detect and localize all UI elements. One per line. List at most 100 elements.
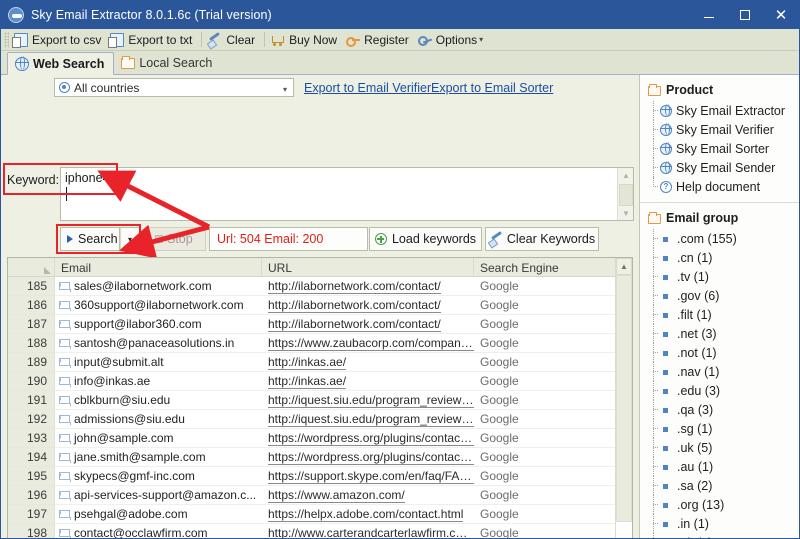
row-email[interactable]: contact@occlawfirm.com xyxy=(55,524,262,538)
row-url[interactable]: https://wordpress.org/plugins/contact-fo… xyxy=(262,448,474,467)
export-to-email-verifier-link[interactable]: Export to Email Verifier xyxy=(304,81,431,95)
export-to-csv-button[interactable]: Export to csv xyxy=(11,30,107,50)
table-row[interactable]: 187 support@ilabor360.com http://ilabornet… xyxy=(8,315,617,334)
register-button[interactable]: Register xyxy=(343,30,415,50)
email-group-item[interactable]: .net (3) xyxy=(640,324,799,343)
load-keywords-button[interactable]: Load keywords xyxy=(369,227,482,251)
row-email[interactable]: john@sample.com xyxy=(55,429,262,448)
row-url[interactable]: https://www.amazon.com/ xyxy=(262,486,474,505)
row-email[interactable]: jane.smith@sample.com xyxy=(55,448,262,467)
table-row[interactable]: 196 api-services-support@amazon.c... https… xyxy=(8,486,617,505)
sidebar-item-help-document[interactable]: ? Help document xyxy=(640,177,799,196)
row-email[interactable]: santosh@panaceasolutions.in xyxy=(55,334,262,353)
email-group-item[interactable]: .qa (3) xyxy=(640,400,799,419)
table-row[interactable]: 194 jane.smith@sample.com https://wordpres… xyxy=(8,448,617,467)
email-group-item[interactable]: .nav (1) xyxy=(640,362,799,381)
options-button[interactable]: Options ▾ xyxy=(415,30,489,50)
row-email[interactable]: support@ilabor360.com xyxy=(55,315,262,334)
table-row[interactable]: 197 psehgal@adobe.com https://helpx.adobe.… xyxy=(8,505,617,524)
email-group-item[interactable]: .in (1) xyxy=(640,514,799,533)
email-group-item[interactable]: .cn (1) xyxy=(640,248,799,267)
export-to-txt-button[interactable]: Export to txt xyxy=(107,30,198,50)
tab-local-search[interactable]: Local Search xyxy=(114,51,221,74)
row-email[interactable]: 360support@ilabornetwork.com xyxy=(55,296,262,315)
row-url[interactable]: http://ilabornetwork.com/contact/ xyxy=(262,296,474,315)
row-url[interactable]: http://inkas.ae/ xyxy=(262,353,474,372)
clear-button[interactable]: Clear xyxy=(205,30,261,50)
sidebar-item-sky-email-sorter[interactable]: Sky Email Sorter xyxy=(640,139,799,158)
search-button[interactable]: Search xyxy=(60,227,120,251)
minimize-button[interactable] xyxy=(691,1,727,29)
tab-web-search[interactable]: Web Search xyxy=(7,52,115,75)
stop-button[interactable]: Stop xyxy=(148,227,206,251)
email-group-item[interactable]: .sa (2) xyxy=(640,476,799,495)
row-url[interactable]: http://ilabornetwork.com/contact/ xyxy=(262,315,474,334)
keyword-input[interactable]: iphone4 ▲ ▼ xyxy=(60,167,634,221)
grid-scroll-thumb[interactable] xyxy=(616,275,632,522)
table-row[interactable]: 198 contact@occlawfirm.com http://www.cart… xyxy=(8,524,617,539)
toolbar-grip[interactable] xyxy=(4,31,9,48)
row-url[interactable]: http://ilabornetwork.com/contact/ xyxy=(262,277,474,296)
sidebar-item-sky-email-verifier[interactable]: Sky Email Verifier xyxy=(640,120,799,139)
email-group-item[interactable]: .uk (5) xyxy=(640,438,799,457)
row-url[interactable]: https://helpx.adobe.com/contact.html xyxy=(262,505,474,524)
row-url[interactable]: https://support.skype.com/en/faq/FA34871… xyxy=(262,467,474,486)
grid-vertical-scrollbar[interactable]: ▲ ▼ xyxy=(615,258,632,538)
email-group-item[interactable]: .gov (6) xyxy=(640,286,799,305)
row-url[interactable]: http://iquest.siu.edu/program_review/deg… xyxy=(262,410,474,429)
row-email[interactable]: sales@ilabornetwork.com xyxy=(55,277,262,296)
scroll-up-button[interactable]: ▲ xyxy=(616,258,632,275)
row-url-text: http://iquest.siu.edu/program_review/deg… xyxy=(268,412,474,427)
clear-keywords-button[interactable]: Clear Keywords xyxy=(485,227,599,251)
row-email[interactable]: psehgal@adobe.com xyxy=(55,505,262,524)
table-row[interactable]: 186 360support@ilabornetwork.com http://il… xyxy=(8,296,617,315)
grid-header-email[interactable]: Email xyxy=(55,258,262,277)
row-email[interactable]: cblkburn@siu.edu xyxy=(55,391,262,410)
row-email[interactable]: input@submit.alt xyxy=(55,353,262,372)
grid-scroll-track[interactable] xyxy=(616,275,632,538)
email-group-item[interactable]: .edu (3) xyxy=(640,381,799,400)
email-group-item[interactable]: .au (1) xyxy=(640,457,799,476)
keyword-scrollbar-thumb[interactable] xyxy=(619,184,633,206)
export-to-email-sorter-link[interactable]: Export to Email Sorter xyxy=(431,81,553,95)
maximize-button[interactable] xyxy=(727,1,763,29)
row-email[interactable]: admissions@siu.edu xyxy=(55,410,262,429)
grid-header-url[interactable]: URL xyxy=(262,258,474,277)
row-email[interactable]: skypecs@gmf-inc.com xyxy=(55,467,262,486)
row-url[interactable]: http://www.carterandcarterlawfirm.com/co… xyxy=(262,524,474,539)
table-row[interactable]: 189 input@submit.alt http://inkas.ae/Googl… xyxy=(8,353,617,372)
row-email[interactable]: info@inkas.ae xyxy=(55,372,262,391)
grid-header-index[interactable] xyxy=(8,258,55,277)
table-row[interactable]: 195 skypecs@gmf-inc.com https://support.sk… xyxy=(8,467,617,486)
table-row[interactable]: 185 sales@ilabornetwork.com http://ilaborn… xyxy=(8,277,617,296)
email-group-item[interactable]: .tv (1) xyxy=(640,267,799,286)
email-group-item[interactable]: .org (13) xyxy=(640,495,799,514)
keyword-scrollbar[interactable]: ▲ ▼ xyxy=(617,168,633,220)
email-group-item[interactable]: .not (1) xyxy=(640,343,799,362)
row-url[interactable]: https://wordpress.org/plugins/contact-fo… xyxy=(262,429,474,448)
table-row[interactable]: 193 john@sample.com https://wordpress.org/… xyxy=(8,429,617,448)
buy-now-button[interactable]: Buy Now xyxy=(268,30,343,50)
sidebar-item-sky-email-sender[interactable]: Sky Email Sender xyxy=(640,158,799,177)
close-button[interactable]: ✕ xyxy=(763,1,799,29)
table-row[interactable]: 188 santosh@panaceasolutions.in https://ww… xyxy=(8,334,617,353)
export-icon xyxy=(108,32,125,48)
grid-header-search-engine[interactable]: Search Engine xyxy=(474,258,617,277)
row-url[interactable]: http://iquest.siu.edu/program_review/deg… xyxy=(262,391,474,410)
email-group-item[interactable]: .sg (1) xyxy=(640,419,799,438)
row-url[interactable]: http://inkas.ae/ xyxy=(262,372,474,391)
row-url[interactable]: https://www.zaubacorp.com/company/IMAGIC… xyxy=(262,334,474,353)
email-group-item[interactable]: .alt (1) xyxy=(640,533,799,538)
row-email[interactable]: api-services-support@amazon.c... xyxy=(55,486,262,505)
scroll-up-icon[interactable]: ▲ xyxy=(618,168,634,182)
search-dropdown-button[interactable]: ▾ xyxy=(120,227,140,251)
table-row[interactable]: 192 admissions@siu.edu http://iquest.siu.e… xyxy=(8,410,617,429)
email-group-item[interactable]: .filt (1) xyxy=(640,305,799,324)
email-group-item[interactable]: .com (155) xyxy=(640,229,799,248)
sidebar-item-sky-email-extractor[interactable]: Sky Email Extractor xyxy=(640,101,799,120)
scroll-down-icon[interactable]: ▼ xyxy=(618,206,634,220)
table-row[interactable]: 191 cblkburn@siu.edu http://iquest.siu.edu… xyxy=(8,391,617,410)
country-select[interactable]: All countries ▾ xyxy=(54,78,294,97)
table-row[interactable]: 190 info@inkas.ae http://inkas.ae/Google xyxy=(8,372,617,391)
chevron-down-icon[interactable]: ▾ xyxy=(479,35,483,44)
